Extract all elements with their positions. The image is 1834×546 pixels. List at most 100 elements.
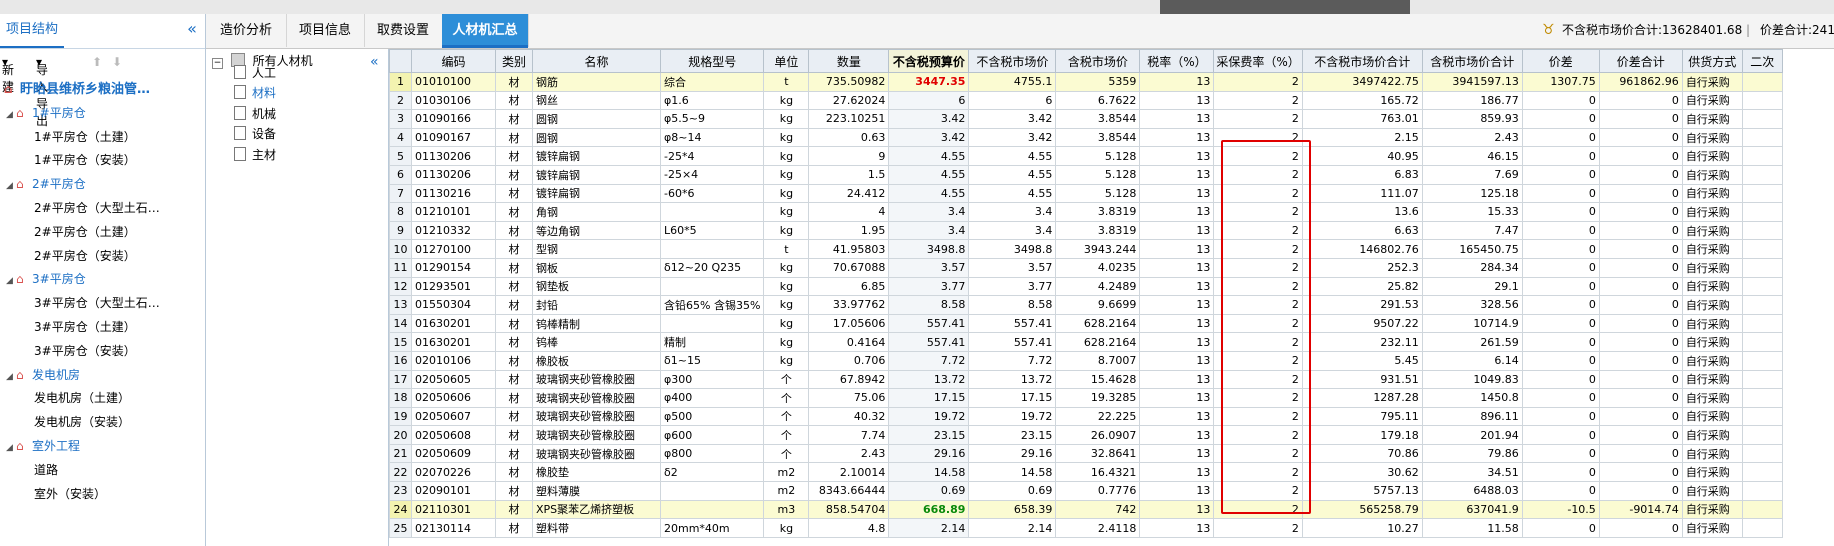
- table-cell[interactable]: 自行采购: [1681, 350, 1743, 371]
- table-cell[interactable]: 01090167: [411, 127, 496, 148]
- table-cell[interactable]: 自行采购: [1681, 183, 1743, 204]
- table-cell[interactable]: 29.1: [1421, 276, 1523, 297]
- table-cell[interactable]: 3.42: [888, 127, 970, 148]
- table-cell[interactable]: 13: [1139, 481, 1215, 501]
- table-cell[interactable]: 7.69: [1421, 164, 1523, 185]
- table-cell[interactable]: 13: [1139, 127, 1215, 148]
- table-cell[interactable]: 291.53: [1301, 295, 1423, 315]
- table-cell[interactable]: [1741, 388, 1783, 408]
- table-cell[interactable]: 圆钢: [532, 127, 661, 148]
- table-cell[interactable]: 2: [1213, 183, 1303, 204]
- table-cell[interactable]: 02050608: [411, 425, 496, 445]
- table-cell[interactable]: 材: [495, 406, 533, 427]
- table-cell[interactable]: 2.4118: [1055, 518, 1141, 538]
- table-cell[interactable]: 16.4321: [1055, 462, 1141, 483]
- table-cell[interactable]: 34.51: [1421, 462, 1523, 483]
- table-cell[interactable]: 261.59: [1421, 332, 1523, 352]
- table-cell[interactable]: 0: [1521, 313, 1600, 334]
- table-cell[interactable]: 材: [495, 146, 533, 166]
- table-cell[interactable]: φ5.5~9: [659, 109, 765, 129]
- tree-leaf-item[interactable]: 发电机房（安装）: [0, 411, 205, 435]
- table-cell[interactable]: 3.4: [888, 202, 970, 222]
- table-cell[interactable]: 自行采购: [1681, 109, 1743, 129]
- table-cell[interactable]: 材: [495, 443, 533, 464]
- table-cell[interactable]: 1450.8: [1421, 388, 1523, 408]
- table-cell[interactable]: 材: [495, 332, 533, 352]
- tree-leaf-item[interactable]: 室外（安装）: [0, 483, 205, 507]
- table-cell[interactable]: 3.77: [888, 276, 970, 297]
- table-cell[interactable]: kg: [763, 183, 810, 204]
- table-cell[interactable]: kg: [763, 90, 810, 111]
- row-number-cell[interactable]: 5: [389, 146, 412, 166]
- table-row[interactable]: 11 01290154 材钢板 δ12~20 Q235 kg 70.67088 3.57 3.…: [389, 257, 1783, 278]
- table-cell[interactable]: 01130206: [411, 146, 496, 166]
- table-cell[interactable]: 钢筋: [532, 72, 661, 92]
- table-cell[interactable]: 328.56: [1421, 295, 1523, 315]
- table-cell[interactable]: 3.4: [968, 202, 1057, 222]
- table-cell[interactable]: 2: [1213, 202, 1303, 222]
- table-cell[interactable]: [1741, 295, 1783, 315]
- row-number-cell[interactable]: 25: [389, 518, 412, 538]
- table-cell[interactable]: 4755.1: [968, 72, 1057, 92]
- table-cell[interactable]: [1741, 425, 1783, 445]
- table-cell[interactable]: -10.5: [1521, 499, 1600, 520]
- table-cell[interactable]: 13: [1139, 499, 1215, 520]
- table-cell[interactable]: 6.85: [808, 276, 890, 297]
- table-cell[interactable]: 0: [1598, 481, 1683, 501]
- table-cell[interactable]: 02050605: [411, 369, 496, 390]
- table-cell[interactable]: 个: [763, 425, 810, 445]
- table-cell[interactable]: 自行采购: [1681, 518, 1743, 538]
- column-header[interactable]: 不含税市场价合计: [1301, 49, 1423, 73]
- table-cell[interactable]: 2.43: [1421, 127, 1523, 148]
- table-cell[interactable]: 2: [1213, 425, 1303, 445]
- table-cell[interactable]: 0: [1521, 220, 1600, 241]
- table-cell[interactable]: 13: [1139, 462, 1215, 483]
- table-cell[interactable]: 29.16: [888, 443, 970, 464]
- tree-leaf-item[interactable]: 3#平房仓（土建）: [0, 316, 205, 340]
- table-cell[interactable]: 01090166: [411, 109, 496, 129]
- table-cell[interactable]: 塑料带: [532, 518, 661, 538]
- table-cell[interactable]: m3: [763, 499, 810, 520]
- table-cell[interactable]: 个: [763, 443, 810, 464]
- table-cell[interactable]: 6.7622: [1055, 90, 1141, 111]
- table-cell[interactable]: 自行采购: [1681, 406, 1743, 427]
- table-cell[interactable]: 02050606: [411, 388, 496, 408]
- move-up-icon[interactable]: ⬆: [92, 55, 102, 69]
- table-cell[interactable]: 67.8942: [808, 369, 890, 390]
- table-cell[interactable]: 0: [1598, 276, 1683, 297]
- table-cell[interactable]: 13: [1139, 388, 1215, 408]
- table-cell[interactable]: 01010100: [411, 72, 496, 92]
- column-header[interactable]: 数量: [808, 49, 890, 73]
- table-cell[interactable]: 795.11: [1301, 406, 1423, 427]
- table-cell[interactable]: kg: [763, 313, 810, 334]
- table-cell[interactable]: 2: [1213, 109, 1303, 129]
- table-cell[interactable]: 5.128: [1055, 183, 1141, 204]
- table-cell[interactable]: 材: [495, 499, 533, 520]
- table-cell[interactable]: 01550304: [411, 295, 496, 315]
- table-cell[interactable]: 0: [1521, 406, 1600, 427]
- table-cell[interactable]: 材: [495, 518, 533, 538]
- category-item[interactable]: 机械: [234, 104, 276, 124]
- table-cell[interactable]: 0: [1521, 90, 1600, 111]
- tree-leaf-item[interactable]: 2#平房仓（大型土石…: [0, 197, 205, 221]
- table-cell[interactable]: 0: [1598, 109, 1683, 129]
- table-cell[interactable]: [1741, 369, 1783, 390]
- row-number-cell[interactable]: 16: [389, 350, 412, 371]
- table-cell[interactable]: 材: [495, 481, 533, 501]
- table-cell[interactable]: 13: [1139, 90, 1215, 111]
- table-cell[interactable]: 自行采购: [1681, 425, 1743, 445]
- table-cell[interactable]: φ400: [659, 388, 765, 408]
- table-cell[interactable]: 0: [1521, 257, 1600, 278]
- table-cell[interactable]: 0: [1598, 239, 1683, 259]
- table-cell[interactable]: 4.8: [808, 518, 890, 538]
- table-cell[interactable]: 13: [1139, 276, 1215, 297]
- table-cell[interactable]: 557.41: [968, 332, 1057, 352]
- row-number-cell[interactable]: 10: [389, 239, 412, 259]
- table-cell[interactable]: 9: [808, 146, 890, 166]
- table-cell[interactable]: 7.72: [968, 350, 1057, 371]
- table-cell[interactable]: φ600: [659, 425, 765, 445]
- table-cell[interactable]: 2.15: [1301, 127, 1423, 148]
- tree-group-item[interactable]: ◢ ⌂ 发电机房: [0, 364, 205, 388]
- table-cell[interactable]: [659, 276, 765, 297]
- table-cell[interactable]: 材: [495, 313, 533, 334]
